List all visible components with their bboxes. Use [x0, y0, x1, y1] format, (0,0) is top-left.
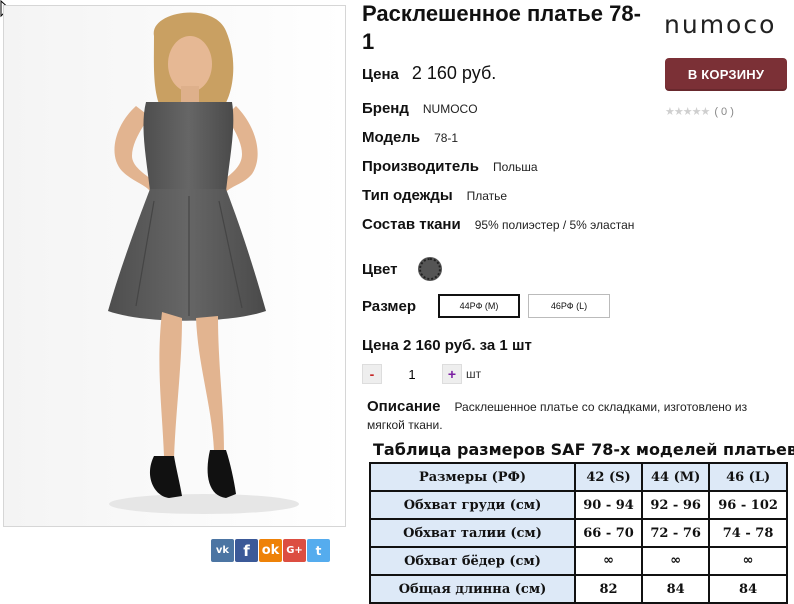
attr-key: Тип одежды — [362, 187, 453, 204]
description: Описание Расклешенное платье со складками… — [367, 398, 777, 434]
attr-manufacturer: Производитель Польша — [362, 158, 538, 175]
size-label: Размер — [362, 297, 417, 315]
attr-key: Бренд — [362, 100, 409, 117]
attr-key: Модель — [362, 129, 421, 146]
twitter-share-icon[interactable]: t — [307, 539, 330, 562]
attr-value: 78-1 — [434, 131, 459, 145]
size-table-row-label: Обхват груди (см) — [369, 490, 576, 520]
size-table: Размеры (РФ) 42 (S) 44 (M) 46 (L) Обхват… — [369, 462, 788, 604]
quantity-input[interactable] — [382, 364, 442, 384]
size-table-cell: 66 - 70 — [573, 518, 644, 548]
product-title: Расклешенное платье 78-1 — [362, 1, 641, 54]
size-option-46[interactable]: 46РФ (L) — [528, 294, 611, 318]
facebook-share-icon[interactable]: f — [235, 539, 258, 562]
size-table-row-label: Обхват талии (см) — [369, 518, 576, 548]
odnoklassniki-share-icon[interactable]: ok — [259, 539, 282, 562]
attr-value: NUMOCO — [422, 102, 478, 116]
size-table-cell: 92 - 96 — [641, 490, 711, 520]
size-table-row-label: Общая длинна (см) — [369, 574, 576, 604]
unit-price: Цена 2 160 руб. за 1 шт — [362, 337, 532, 354]
size-table-cell: 90 - 94 — [573, 490, 644, 520]
product-photo[interactable] — [3, 5, 346, 527]
attr-key: Производитель — [362, 158, 479, 175]
size-table-cell: 96 - 102 — [708, 490, 788, 520]
vk-share-icon[interactable]: vk — [211, 539, 234, 562]
color-label: Цвет — [362, 260, 398, 278]
size-table-title: Таблица размеров SAF 78-х моделей платье… — [373, 440, 794, 459]
size-table-cell: 74 - 78 — [708, 518, 788, 548]
size-option-44[interactable]: 44РФ (M) — [438, 294, 521, 318]
size-table-header: 44 (M) — [641, 462, 711, 492]
brand-logo: numoco — [664, 10, 777, 39]
google-plus-share-icon[interactable]: G+ — [283, 539, 306, 562]
attr-brand: Бренд NUMOCO — [362, 100, 478, 117]
quantity-decrease-button[interactable]: - — [362, 364, 382, 384]
attr-model: Модель 78-1 — [362, 129, 458, 146]
quantity-unit: шт — [466, 367, 482, 381]
attr-value: 95% полиэстер / 5% эластан — [474, 218, 635, 232]
table-row: Обхват груди (см) 90 - 94 92 - 96 96 - 1… — [369, 490, 788, 520]
attr-key: Состав ткани — [362, 216, 461, 233]
table-row: Обхват талии (см) 66 - 70 72 - 76 74 - 7… — [369, 518, 788, 548]
attr-fabric: Состав ткани 95% полиэстер / 5% эластан — [362, 216, 634, 233]
attr-value: Польша — [492, 160, 538, 174]
rating[interactable]: ★★★★★ ( 0 ) — [665, 105, 734, 119]
size-table-header: 46 (L) — [708, 462, 788, 492]
size-table-cell: ∞ — [708, 546, 788, 576]
size-row: Размер 44РФ (M) 46РФ (L) — [362, 294, 618, 318]
price-value: 2 160 руб. — [411, 63, 497, 83]
table-row: Общая длинна (см) 82 84 84 — [369, 574, 788, 604]
size-table-row-label: Обхват бёдер (см) — [369, 546, 576, 576]
size-table-header: Размеры (РФ) — [369, 462, 576, 492]
size-table-cell: 82 — [573, 574, 644, 604]
size-table-header-row: Размеры (РФ) 42 (S) 44 (M) 46 (L) — [369, 462, 788, 492]
social-share-bar: vk f ok G+ t — [211, 539, 330, 563]
rating-stars-icon[interactable]: ★★★★★ — [665, 105, 710, 118]
rating-count: ( 0 ) — [714, 105, 734, 118]
quantity-increase-button[interactable]: + — [442, 364, 462, 384]
size-table-header: 42 (S) — [573, 462, 644, 492]
size-table-cell: 84 — [641, 574, 711, 604]
size-table-cell: 72 - 76 — [641, 518, 711, 548]
add-to-cart-button[interactable]: В КОРЗИНУ — [665, 58, 787, 91]
quantity-stepper: - + шт — [362, 364, 481, 384]
attr-clothing-type: Тип одежды Платье — [362, 187, 507, 204]
color-swatch[interactable] — [419, 258, 442, 280]
size-table-cell: ∞ — [573, 546, 644, 576]
price-label: Цена — [362, 66, 399, 83]
color-row: Цвет — [362, 258, 442, 280]
size-table-cell: ∞ — [641, 546, 711, 576]
size-table-cell: 84 — [708, 574, 788, 604]
table-row: Обхват бёдер (см) ∞ ∞ ∞ — [369, 546, 788, 576]
price-row: Цена 2 160 руб. — [362, 63, 496, 84]
attr-value: Платье — [466, 189, 508, 203]
description-label: Описание — [367, 398, 441, 415]
